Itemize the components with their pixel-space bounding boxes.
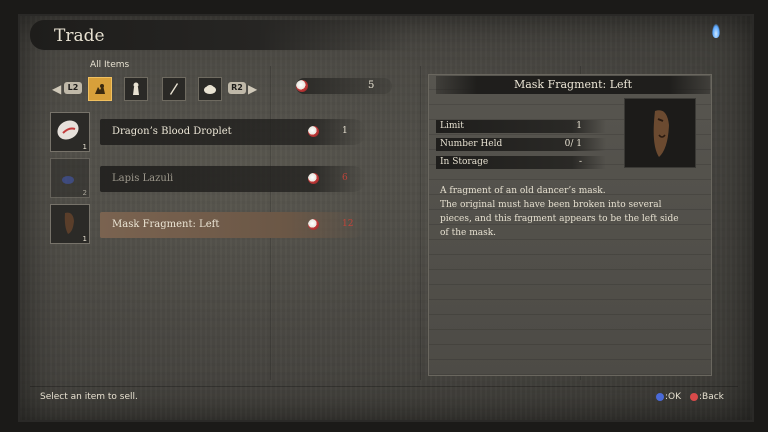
sen-coin-icon xyxy=(308,126,319,137)
item-thumbnail[interactable]: 1 xyxy=(50,204,90,244)
description-line: A fragment of an old dancer’s mask. xyxy=(440,186,606,196)
sen-coin-icon xyxy=(296,80,308,92)
r2-button-tag: R2 xyxy=(228,82,246,94)
item-quantity: 1 xyxy=(82,143,87,151)
detail-title: Mask Fragment: Left xyxy=(513,78,633,91)
category-left-arrow-icon[interactable]: ◀ xyxy=(52,82,61,96)
category-right-arrow-icon[interactable]: ▶ xyxy=(248,82,257,96)
footer-divider xyxy=(30,386,738,387)
page-title: Trade xyxy=(54,26,105,46)
item-preview-image xyxy=(624,98,696,168)
item-name: Lapis Lazuli xyxy=(112,173,174,184)
item-thumbnail[interactable]: 2 xyxy=(50,158,90,198)
cross-button-icon[interactable] xyxy=(656,393,664,401)
currency-amount: 5 xyxy=(368,80,375,91)
description-line: The original must have been broken into … xyxy=(440,200,662,210)
l2-button-tag: L2 xyxy=(64,82,82,94)
circle-button-icon[interactable] xyxy=(690,393,698,401)
sen-coin-icon xyxy=(308,173,319,184)
item-price: 1 xyxy=(342,126,348,136)
sen-coin-icon xyxy=(308,219,319,230)
item-quantity: 1 xyxy=(82,235,87,243)
category-label: All Items xyxy=(90,60,130,70)
currency-bar xyxy=(296,78,392,94)
item-row[interactable]: Dragon’s Blood Droplet 1 xyxy=(100,119,366,145)
help-text: Select an item to sell. xyxy=(40,392,138,402)
item-name: Mask Fragment: Left xyxy=(112,219,220,230)
item-thumbnail[interactable]: 1 xyxy=(50,112,90,152)
description-line: of the mask. xyxy=(440,228,497,238)
stat-value: 0/ 1 xyxy=(564,139,582,149)
stat-row: In Storage - xyxy=(436,156,606,169)
stat-value: - xyxy=(578,157,582,167)
description-line: pieces, and this fragment appears to be … xyxy=(440,214,679,224)
category-material-icon[interactable] xyxy=(198,77,222,101)
item-name: Dragon’s Blood Droplet xyxy=(112,126,232,137)
stat-value: 1 xyxy=(576,121,582,131)
category-prosthetic-icon[interactable] xyxy=(162,77,186,101)
stat-row: Number Held 0/ 1 xyxy=(436,138,606,151)
item-price: 12 xyxy=(342,219,354,229)
stat-row: Limit 1 xyxy=(436,120,606,133)
category-consumable-icon[interactable] xyxy=(124,77,148,101)
item-row-selected[interactable]: Mask Fragment: Left 12 xyxy=(100,212,366,238)
spirit-flame-icon xyxy=(712,24,720,38)
category-all-items-icon[interactable] xyxy=(88,77,112,101)
item-price: 6 xyxy=(342,173,348,183)
ok-hint: :OK xyxy=(665,392,682,402)
item-quantity: 2 xyxy=(82,189,87,197)
item-row[interactable]: Lapis Lazuli 6 xyxy=(100,166,366,192)
background-divider xyxy=(420,66,421,380)
item-description: A fragment of an old dancer’s mask. The … xyxy=(440,184,702,240)
stat-label: Number Held xyxy=(440,139,503,149)
stat-label: Limit xyxy=(440,121,464,131)
back-hint: :Back xyxy=(699,392,724,402)
stat-label: In Storage xyxy=(440,157,489,167)
